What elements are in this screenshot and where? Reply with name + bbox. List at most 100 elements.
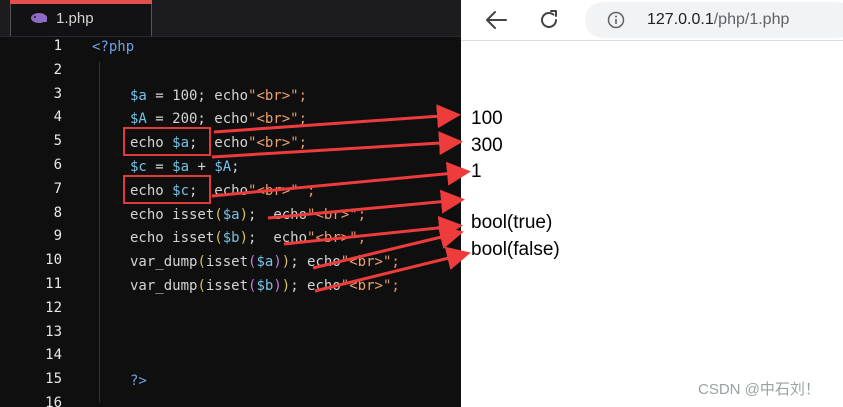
highlight-box-echo-c: [123, 175, 211, 204]
text-token: ; echo: [290, 278, 341, 294]
var-token: $A: [130, 111, 147, 127]
paren-token: (: [197, 278, 206, 294]
var-token: $A: [214, 159, 232, 175]
string-token: <br>: [256, 135, 291, 151]
paren-token: (: [214, 207, 223, 223]
output-line: 1: [471, 161, 482, 182]
code-line-3: $a = 100; echo"<br>";: [130, 86, 307, 106]
paren-token: ): [273, 278, 282, 294]
string-token: ";: [349, 230, 367, 246]
line-number: 15: [45, 371, 62, 387]
line-number: 10: [45, 252, 62, 268]
string-token: " ;: [290, 183, 316, 199]
code-editor: 1.php 1 2 3 4 5 6 7 8 9 10 11 12 13 14 1…: [0, 0, 461, 407]
paren-token: ): [273, 254, 282, 270]
keyword-token: echo isset: [130, 230, 215, 246]
string-token: <br>: [315, 207, 350, 223]
paren-token: ): [239, 230, 249, 246]
url-path: /php/1.php: [713, 11, 790, 28]
code-line-6: $c = $a + $A;: [130, 157, 240, 177]
line-number: 12: [45, 300, 62, 316]
line-number: 8: [53, 205, 62, 221]
code-area[interactable]: <?php $a = 100; echo"<br>"; $A = 200; ec…: [92, 36, 461, 407]
string-token: <br>: [256, 88, 291, 104]
code-line-9: echo isset($b); echo"<br>";: [130, 228, 366, 248]
paren-token: ): [239, 207, 249, 223]
line-number: 4: [53, 109, 62, 125]
paren-token: ): [281, 278, 291, 294]
reload-icon[interactable]: [537, 8, 561, 32]
text-token: ; echo: [248, 207, 308, 223]
code-line-15: ?>: [130, 371, 147, 391]
output-line: 300: [471, 135, 503, 156]
watermark: CSDN @中石刘！: [698, 381, 820, 398]
paren-token: ): [281, 254, 291, 270]
editor-tab-bar: 1.php: [0, 0, 461, 37]
url-host: 127.0.0.1: [647, 11, 714, 28]
line-number-gutter: 1 2 3 4 5 6 7 8 9 10 11 12 13 14 15 16: [0, 36, 78, 407]
text-token: ; echo: [248, 230, 308, 246]
string-token: <br>: [256, 111, 291, 127]
line-number: 13: [45, 324, 62, 340]
highlight-box-echo-a: [123, 127, 211, 156]
editor-tab-label: 1.php: [56, 10, 94, 27]
keyword-token: var_dump: [130, 278, 198, 294]
string-token: ";: [290, 111, 308, 127]
paren-token: (: [214, 230, 223, 246]
line-number: 6: [53, 157, 62, 173]
line-number: 7: [53, 181, 62, 197]
string-token: ";: [290, 135, 308, 151]
string-token: ": [340, 278, 350, 294]
code-line-1: <?php: [92, 37, 134, 57]
browser-toolbar: 127.0.0.1/php/1.php: [461, 0, 843, 41]
line-number: 5: [53, 133, 62, 149]
code-line-4: $A = 200; echo"<br>";: [130, 109, 307, 129]
output-line: bool(false): [471, 239, 560, 260]
tab-active-indicator: [10, 0, 152, 4]
php-open-tag: <?php: [92, 39, 135, 55]
line-number: 2: [53, 62, 62, 78]
var-token: $b: [222, 230, 240, 246]
text-token: = 100; echo: [146, 88, 249, 104]
code-line-8: echo isset($a); echo"<br>";: [130, 205, 366, 225]
line-number: 9: [53, 228, 62, 244]
string-token: ";: [349, 207, 367, 223]
var-token: $a: [222, 207, 240, 223]
keyword-token: isset: [205, 254, 249, 270]
string-token: <br>: [349, 278, 383, 294]
back-arrow-icon[interactable]: [483, 8, 509, 32]
url-text: 127.0.0.1/php/1.php: [647, 11, 789, 29]
keyword-token: isset: [205, 278, 249, 294]
browser-window: 127.0.0.1/php/1.php 100 300 1 bool(true)…: [461, 0, 843, 407]
code-line-10: var_dump(isset($a)); echo"<br>";: [130, 252, 400, 272]
text-token: = 200; echo: [146, 111, 249, 127]
line-number: 14: [45, 347, 62, 363]
string-token: ";: [382, 278, 400, 294]
string-token: ";: [290, 88, 308, 104]
text-token: ;: [231, 159, 240, 175]
text-token: +: [189, 159, 215, 175]
string-token: <br>: [256, 183, 291, 199]
address-bar[interactable]: 127.0.0.1/php/1.php: [585, 2, 843, 38]
var-token: $a: [256, 254, 274, 270]
keyword-token: var_dump: [130, 254, 198, 270]
php-close-tag: ?>: [130, 373, 147, 389]
line-number: 11: [45, 276, 62, 292]
code-line-11: var_dump(isset($b)); echo"<br>";: [130, 276, 400, 296]
string-token: <br>: [315, 230, 350, 246]
text-token: =: [146, 159, 173, 175]
string-token: ": [340, 254, 350, 270]
output-line: bool(true): [471, 212, 553, 233]
keyword-token: echo isset: [130, 207, 215, 223]
line-number: 1: [53, 38, 62, 54]
output-line: 100: [471, 108, 503, 129]
line-number: 16: [45, 395, 62, 407]
php-elephant-icon: [31, 13, 47, 23]
text-token: ; echo: [290, 254, 341, 270]
var-token: $c: [130, 159, 147, 175]
info-icon[interactable]: [607, 11, 625, 29]
var-token: $b: [256, 278, 274, 294]
var-token: $a: [172, 159, 190, 175]
string-token: <br>: [349, 254, 383, 270]
var-token: $a: [130, 88, 147, 104]
